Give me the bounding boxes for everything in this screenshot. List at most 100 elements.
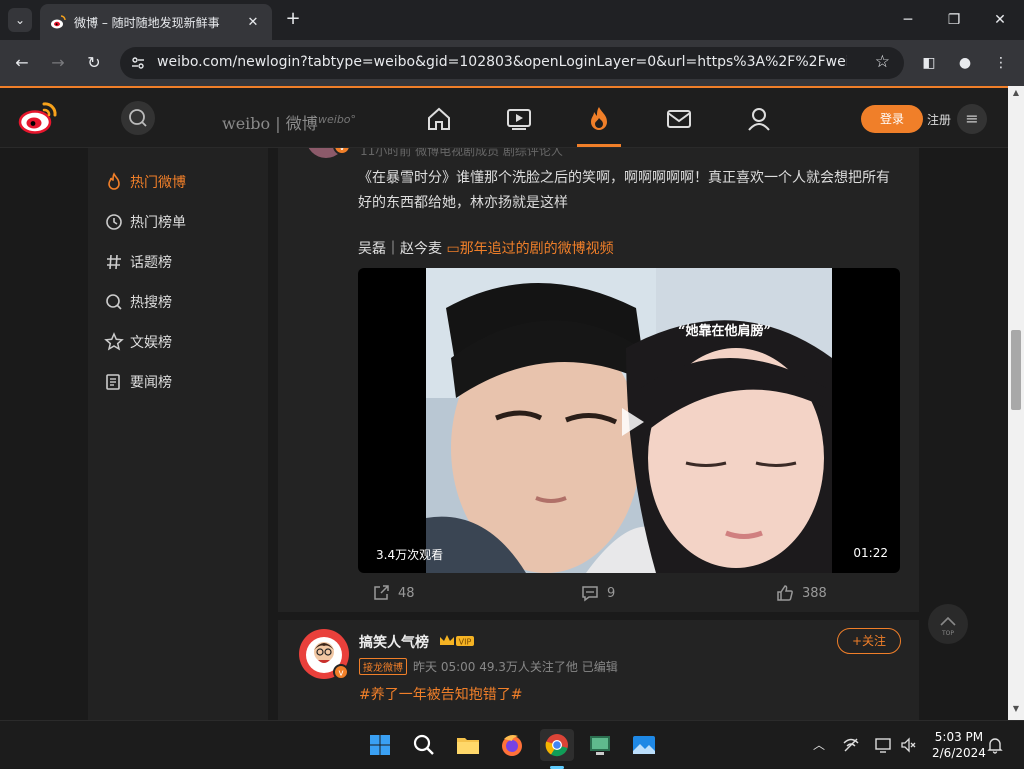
- like-count: 388: [802, 585, 827, 601]
- profile-icon[interactable]: ●: [954, 52, 976, 74]
- fire-icon: [108, 172, 120, 190]
- browser-tab-active[interactable]: 微博 – 随时随地发现新鲜事 ✕: [40, 4, 272, 40]
- svg-text:VIP: VIP: [459, 638, 472, 647]
- photos-icon[interactable]: [628, 729, 660, 761]
- thumbs-up-icon: [777, 585, 793, 601]
- restore-icon[interactable]: ❐: [942, 8, 966, 32]
- chevron-up-icon: TOP: [940, 616, 956, 637]
- clock-icon: [106, 214, 122, 230]
- scroll-up-icon[interactable]: ▲: [1008, 88, 1024, 102]
- crown-badge-icon: VIP: [440, 635, 474, 647]
- minimize-icon[interactable]: ─: [896, 8, 920, 32]
- clock-date: 2/6/2024: [932, 746, 986, 760]
- taskbar-search-icon[interactable]: [408, 729, 440, 761]
- taskbar-clock[interactable]: 5:03 PM 2/6/2024: [932, 729, 986, 761]
- site-info-icon[interactable]: [130, 55, 146, 71]
- comment-count: 9: [607, 585, 616, 601]
- sidebar-item-label: 话题榜: [130, 255, 172, 271]
- tab-close-icon[interactable]: ✕: [244, 15, 262, 30]
- reload-icon[interactable]: ↻: [82, 51, 106, 75]
- chrome-taskbar-button[interactable]: [540, 729, 574, 761]
- topic-link[interactable]: #养了一年被告知抱错了#: [359, 684, 522, 704]
- video-caption: “她靠在他肩膀”: [678, 324, 771, 339]
- sidebar-item-hot-search[interactable]: 热搜榜: [104, 290, 172, 314]
- like-button[interactable]: 388: [776, 584, 827, 602]
- author-name[interactable]: 搞笑人气榜: [359, 632, 429, 652]
- page-scrollbar[interactable]: ▲ ▼: [1008, 86, 1024, 720]
- register-link[interactable]: 注册: [927, 111, 951, 128]
- browser-toolbar: ← → ↻ weibo.com/newlogin?tabtype=weibo&g…: [0, 40, 1024, 86]
- sidebar-item-hot-list[interactable]: 热门榜单: [104, 210, 186, 234]
- volume-muted-icon[interactable]: [900, 736, 918, 754]
- weibo-search-button[interactable]: [121, 101, 155, 135]
- sidebar-item-label: 要闻榜: [130, 375, 172, 391]
- sidebar-item-entertainment[interactable]: 文娱榜: [104, 330, 172, 354]
- windows-taskbar: ︿ 5:03 PM 2/6/2024: [0, 720, 1024, 769]
- side-panel-icon[interactable]: ◧: [918, 52, 940, 74]
- follow-button[interactable]: +关注: [837, 628, 901, 654]
- hashtag-icon: [107, 254, 121, 270]
- video-icon[interactable]: [504, 104, 534, 134]
- hot-fire-icon[interactable]: [584, 104, 614, 134]
- display-icon[interactable]: [874, 736, 892, 754]
- back-to-top-button[interactable]: TOP: [928, 604, 968, 644]
- sidebar-item-label: 热搜榜: [130, 295, 172, 311]
- chrome-icon: [545, 734, 568, 757]
- feed-card: v 11小时前 微博电视剧成员 剧综评论人 《在暴雪时分》谁懂那个洗脸之后的笑啊…: [278, 138, 919, 612]
- source-tag: 接龙微博: [359, 658, 407, 675]
- sidebar-item-topics[interactable]: 话题榜: [104, 250, 172, 274]
- weibo-wordmark-small: weibo°: [318, 113, 357, 126]
- weibo-wordmark: weibo | 微博: [222, 114, 318, 133]
- user-icon[interactable]: [744, 104, 774, 134]
- sidebar-item-news[interactable]: 要闻榜: [104, 370, 172, 394]
- weibo-logo-icon[interactable]: [18, 100, 58, 134]
- browser-tab-strip: ⌄ 微博 – 随时随地发现新鲜事 ✕ + ─ ❐ ✕: [0, 0, 1024, 40]
- video-view-count: 3.4万次观看: [376, 548, 444, 562]
- back-icon[interactable]: ←: [10, 51, 34, 75]
- firefox-icon[interactable]: [496, 729, 528, 761]
- file-explorer-icon[interactable]: [452, 729, 484, 761]
- forward-icon[interactable]: →: [46, 51, 70, 75]
- post-meta: 接龙微博 昨天 05:00 49.3万人关注了他 已编辑: [359, 658, 618, 675]
- video-player[interactable]: “她靠在他肩膀” 3.4万次观看 01:22: [358, 268, 900, 573]
- network-icon[interactable]: [842, 736, 860, 754]
- weibo-favicon-icon: [51, 15, 66, 29]
- svg-text:v: v: [338, 669, 344, 679]
- clock-time: 5:03 PM: [934, 730, 984, 744]
- post-actions: 48 9 388: [278, 580, 919, 608]
- address-bar[interactable]: weibo.com/newlogin?tabtype=weibo&gid=102…: [120, 47, 904, 79]
- star-icon: [104, 332, 124, 351]
- video-duration: 01:22: [853, 546, 888, 560]
- windows-start-icon[interactable]: [364, 729, 396, 761]
- bookmark-star-icon[interactable]: ☆: [875, 52, 890, 72]
- notification-bell-icon[interactable]: [986, 736, 1004, 754]
- search-icon: [129, 109, 147, 127]
- login-button[interactable]: 登录: [861, 105, 923, 133]
- mail-icon[interactable]: [664, 104, 694, 134]
- author-avatar[interactable]: v: [298, 628, 350, 680]
- tab-search-icon[interactable]: ⌄: [8, 8, 32, 32]
- weibo-header: weibo | 微博 weibo° 登录 注册 ≡: [0, 88, 1008, 148]
- sidebar-item-hot-weibo[interactable]: 热门微博: [104, 170, 186, 194]
- video-link-icon: ▭: [446, 241, 460, 257]
- news-icon: [106, 374, 120, 390]
- browser-menu-icon[interactable]: ⋮: [990, 52, 1012, 74]
- comment-button[interactable]: 9: [581, 584, 615, 602]
- sidebar-item-label: 热门榜单: [130, 215, 186, 231]
- scroll-thumb[interactable]: [1011, 330, 1021, 410]
- home-icon[interactable]: [424, 104, 454, 134]
- post-meta-text: 昨天 05:00 49.3万人关注了他 已编辑: [413, 660, 618, 674]
- tray-chevron-up-icon[interactable]: ︿: [810, 736, 828, 754]
- share-button[interactable]: 48: [372, 584, 415, 602]
- system-app-icon[interactable]: [584, 729, 616, 761]
- menu-icon[interactable]: ≡: [957, 104, 987, 134]
- svg-text:TOP: TOP: [941, 630, 954, 637]
- sidebar-item-label: 文娱榜: [130, 335, 172, 351]
- play-icon[interactable]: [612, 404, 648, 440]
- scroll-down-icon[interactable]: ▼: [1008, 704, 1024, 718]
- post-mentions: 吴磊｜赵今麦: [358, 241, 442, 257]
- window-close-icon[interactable]: ✕: [988, 8, 1012, 32]
- url-text: weibo.com/newlogin?tabtype=weibo&gid=102…: [157, 54, 847, 70]
- video-collection-link[interactable]: ▭那年追过的剧的微博视频: [446, 241, 613, 257]
- new-tab-icon[interactable]: +: [282, 8, 304, 30]
